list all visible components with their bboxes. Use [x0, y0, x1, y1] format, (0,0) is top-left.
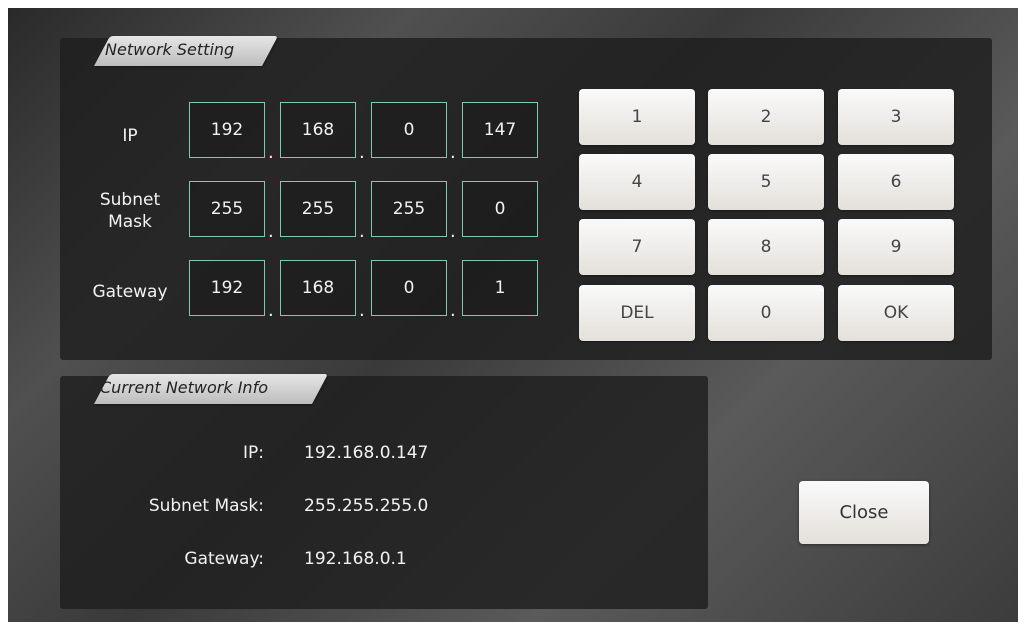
ip-octet-3[interactable]: 0: [371, 102, 447, 158]
keypad-key-0[interactable]: 0: [708, 285, 824, 341]
gateway-separator: .: [450, 300, 456, 321]
keypad-key-7[interactable]: 7: [579, 219, 695, 275]
current-gateway-label: Gateway:: [184, 549, 264, 569]
current-subnet-value: 255.255.255.0: [304, 496, 429, 516]
subnet-separator: .: [450, 221, 456, 242]
gateway-label: Gateway: [92, 282, 168, 302]
subnet-octet-1[interactable]: 255: [189, 181, 265, 237]
ip-separator: .: [359, 142, 365, 163]
network-setting-panel: Network Setting IP 192 . 168 . 0 . 147 S…: [60, 36, 992, 360]
subnet-octet-3[interactable]: 255: [371, 181, 447, 237]
gateway-octet-4[interactable]: 1: [462, 260, 538, 316]
ip-octet-1[interactable]: 192: [189, 102, 265, 158]
keypad-key-2[interactable]: 2: [708, 89, 824, 145]
ip-label: IP: [122, 126, 138, 146]
subnet-label-line2: Mask: [108, 212, 152, 232]
gateway-octet-2[interactable]: 168: [280, 260, 356, 316]
ip-octet-2[interactable]: 168: [280, 102, 356, 158]
keypad-key-8[interactable]: 8: [708, 219, 824, 275]
subnet-label-line1: Subnet: [99, 190, 161, 210]
network-setting-title: Network Setting: [105, 40, 235, 59]
keypad-key-3[interactable]: 3: [838, 89, 954, 145]
current-network-info-title: Current Network Info: [100, 378, 268, 397]
gateway-separator: .: [359, 300, 365, 321]
ip-separator: .: [450, 142, 456, 163]
gateway-octet-1[interactable]: 192: [189, 260, 265, 316]
subnet-separator: .: [359, 221, 365, 242]
current-subnet-label: Subnet Mask:: [148, 496, 264, 516]
keypad-key-5[interactable]: 5: [708, 154, 824, 210]
subnet-octet-2[interactable]: 255: [280, 181, 356, 237]
subnet-octet-4[interactable]: 0: [462, 181, 538, 237]
keypad-ok-button[interactable]: OK: [838, 285, 954, 341]
keypad-key-6[interactable]: 6: [838, 154, 954, 210]
keypad-key-4[interactable]: 4: [579, 154, 695, 210]
keypad-delete-button[interactable]: DEL: [579, 285, 695, 341]
subnet-separator: .: [268, 221, 274, 242]
current-ip-value: 192.168.0.147: [304, 443, 429, 463]
keypad-key-1[interactable]: 1: [579, 89, 695, 145]
ip-octet-4[interactable]: 147: [462, 102, 538, 158]
current-network-info-panel: Current Network Info IP: 192.168.0.147 S…: [60, 374, 708, 609]
gateway-octet-3[interactable]: 0: [371, 260, 447, 316]
gateway-separator: .: [268, 300, 274, 321]
current-gateway-value: 192.168.0.1: [304, 549, 407, 569]
keypad-key-9[interactable]: 9: [838, 219, 954, 275]
ip-separator: .: [268, 142, 274, 163]
network-settings-screen: Network Setting IP 192 . 168 . 0 . 147 S…: [8, 8, 1018, 622]
close-button[interactable]: Close: [799, 481, 929, 544]
current-ip-label: IP:: [243, 443, 264, 463]
